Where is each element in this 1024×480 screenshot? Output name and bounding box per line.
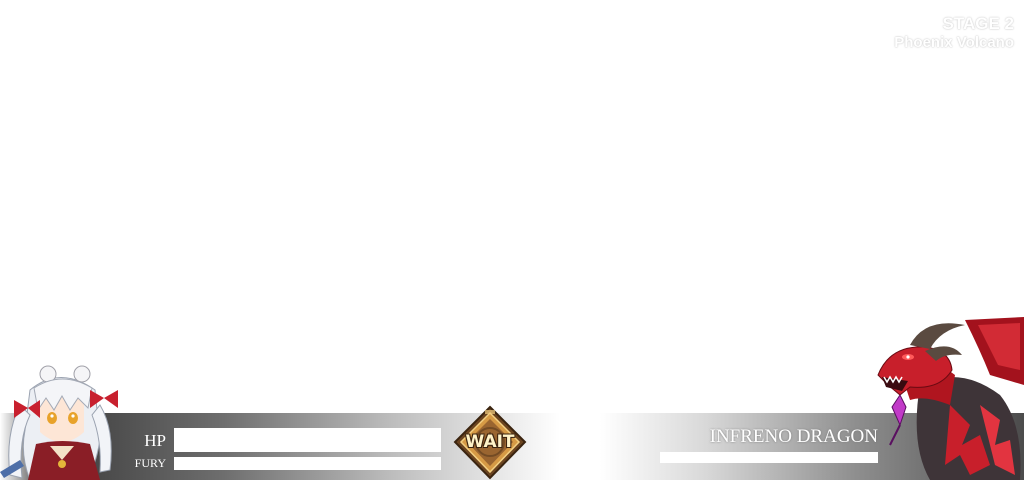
stage-info: STAGE 2 Phoenix Volcano <box>894 14 1014 51</box>
player-hp-bar <box>174 428 441 452</box>
enemy-name: INFRENO DRAGON <box>709 426 878 447</box>
player-fury-bar <box>174 457 441 470</box>
hp-label: HP <box>144 431 166 450</box>
wait-status: WAIT <box>450 405 530 480</box>
red-dragon-icon <box>877 317 1024 480</box>
stage-title: STAGE 2 <box>942 14 1014 33</box>
enemy-hp-bar <box>660 452 878 463</box>
fury-label: FURY <box>134 456 166 470</box>
hero-girl-icon <box>0 365 118 480</box>
stage-subtitle: Phoenix Volcano <box>894 34 1014 51</box>
wait-label: WAIT <box>465 432 515 452</box>
